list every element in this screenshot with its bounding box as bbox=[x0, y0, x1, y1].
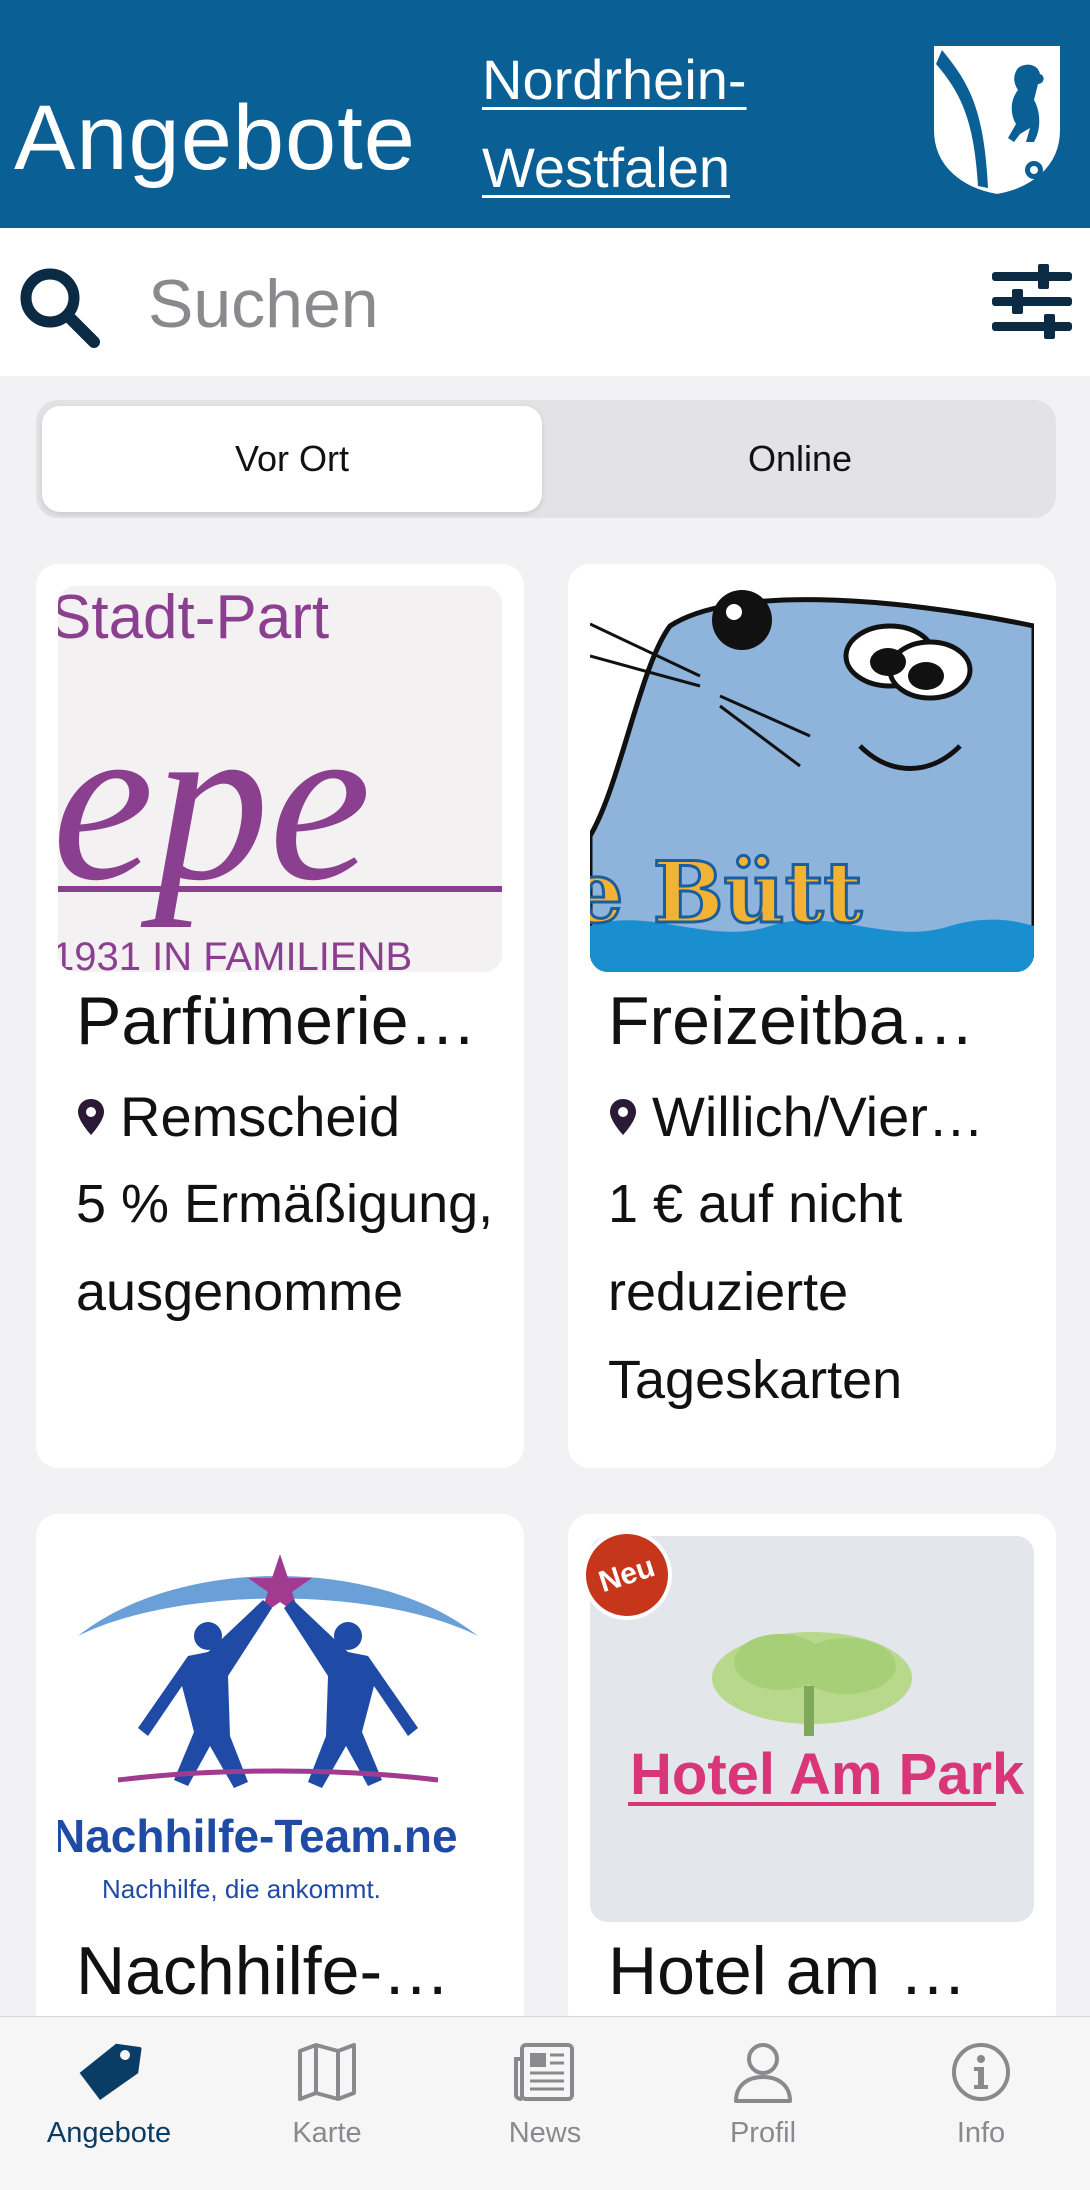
offer-card[interactable]: Neu Hotel Am Park Hotel am … bbox=[568, 1514, 1056, 2034]
newspaper-icon bbox=[514, 2043, 574, 2101]
offer-image: e Bütt bbox=[590, 586, 1034, 972]
offer-image: Nachhilfe-Team.ne Nachhilfe, die ankommt… bbox=[58, 1536, 502, 1922]
tab-info[interactable]: Info bbox=[872, 2017, 1090, 2190]
offer-image-slogan: Nachhilfe, die ankommt. bbox=[102, 1874, 381, 1904]
offer-description: 1 € auf nicht reduzierte Tageskarten bbox=[608, 1174, 903, 1410]
info-icon bbox=[952, 2043, 1010, 2101]
offer-card[interactable]: e Bütt Freizeitba… Willich/Vier… 1 € auf… bbox=[568, 564, 1056, 1468]
offer-image-text-top: Stadt-Part bbox=[58, 586, 329, 652]
offer-image-text-bottom: 1931 IN FAMILIENB bbox=[58, 935, 412, 972]
tab-profil[interactable]: Profil bbox=[654, 2017, 872, 2190]
offer-location: Willich/Vier… bbox=[608, 1084, 1038, 1149]
search-bar bbox=[0, 228, 1090, 376]
offer-image-logo: Hotel Am Park bbox=[630, 1742, 1025, 1807]
tab-label: Angebote bbox=[46, 2117, 172, 2149]
search-input[interactable] bbox=[148, 264, 948, 344]
app-header: Angebote Nordrhein- Westfalen bbox=[0, 0, 1090, 228]
page-title: Angebote bbox=[14, 87, 416, 189]
location-type-segmented-control: Vor Ort Online bbox=[36, 400, 1056, 518]
offer-card[interactable]: Stadt-Part epe 1931 IN FAMILIENB Parfüme… bbox=[36, 564, 524, 1468]
tab-news[interactable]: News bbox=[436, 2017, 654, 2190]
tab-label: Profil bbox=[729, 2117, 797, 2149]
state-link-line2[interactable]: Westfalen bbox=[482, 124, 747, 212]
tab-label: Info bbox=[956, 2117, 1006, 2149]
offer-location-text: Remscheid bbox=[120, 1085, 401, 1148]
location-pin-icon bbox=[610, 1098, 636, 1135]
offer-title: Parfümerie… bbox=[76, 984, 477, 1059]
state-link[interactable]: Nordrhein- Westfalen bbox=[482, 36, 747, 212]
offer-title: Nachhilfe-… bbox=[76, 1934, 451, 2009]
segment-vor-ort[interactable]: Vor Ort bbox=[42, 406, 542, 512]
offer-title: Hotel am … bbox=[608, 1934, 967, 2009]
offer-image: Stadt-Part epe 1931 IN FAMILIENB bbox=[58, 586, 502, 972]
nrw-crest-icon bbox=[930, 42, 1064, 199]
offer-location: Remscheid bbox=[76, 1084, 506, 1149]
offer-image-brand: Nachhilfe-Team.ne bbox=[58, 1810, 458, 1862]
offer-card[interactable]: Nachhilfe-Team.ne Nachhilfe, die ankommt… bbox=[36, 1514, 524, 2034]
offer-image-logo: e Bütt bbox=[590, 843, 863, 942]
segment-online[interactable]: Online bbox=[550, 406, 1050, 512]
tab-label: News bbox=[508, 2117, 582, 2149]
tag-icon bbox=[79, 2043, 142, 2101]
tab-label: Karte bbox=[292, 2117, 362, 2149]
person-icon bbox=[734, 2043, 792, 2103]
offer-title: Freizeitba… bbox=[608, 984, 975, 1059]
location-pin-icon bbox=[78, 1098, 104, 1135]
bottom-tab-bar: Angebote Karte News Profil Info bbox=[0, 2016, 1090, 2190]
filter-sliders-icon[interactable] bbox=[990, 264, 1074, 340]
state-link-line1[interactable]: Nordrhein- bbox=[482, 36, 747, 124]
tab-karte[interactable]: Karte bbox=[218, 2017, 436, 2190]
search-icon[interactable] bbox=[16, 264, 102, 350]
map-icon bbox=[298, 2043, 356, 2101]
tab-angebote[interactable]: Angebote bbox=[0, 2017, 218, 2190]
offer-description: 5 % Ermäßigung, ausgenomme bbox=[76, 1174, 494, 1322]
offer-location-text: Willich/Vier… bbox=[652, 1085, 984, 1148]
